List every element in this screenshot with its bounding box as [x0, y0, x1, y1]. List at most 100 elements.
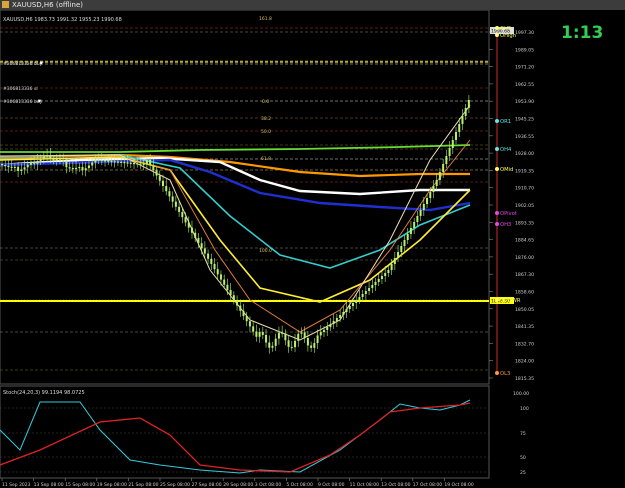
candle-body [168, 191, 171, 197]
ma-fast-white-line [0, 104, 471, 341]
candle-body [165, 186, 168, 192]
candle-body [213, 264, 216, 270]
window-titlebar[interactable]: XAUUSD,H6 (offline) [0, 0, 625, 10]
candle-body [94, 159, 97, 163]
level-marker-dot [495, 211, 499, 215]
candle-body [110, 160, 113, 163]
candle-body [26, 164, 29, 168]
candle-body [81, 166, 84, 171]
candle-body [281, 332, 284, 334]
price-axis: 1997.30 1989.05 1971.20 1962.55 1953.90 1945.… [489, 27, 534, 382]
time-tick-label: 11 Oct 08:00 [350, 482, 379, 488]
candle-body [178, 206, 181, 212]
candle-body [219, 274, 222, 280]
candle-body [319, 332, 322, 336]
candle-body [297, 333, 300, 341]
candle-body [13, 166, 16, 169]
candle-body [451, 140, 454, 148]
candle-body [42, 156, 45, 159]
time-tick-label: 13 Sep 08:00 [34, 482, 64, 488]
candle-body [223, 279, 226, 285]
candle-body [287, 340, 290, 347]
level-marker-dot [495, 222, 499, 226]
time-tick-label: 13 Oct 08:00 [381, 482, 410, 488]
candle-body [87, 165, 90, 169]
price-tick-label: 1824.00 [515, 359, 534, 365]
price-tick-label: 1936.55 [515, 134, 534, 140]
candle-body [229, 290, 232, 296]
candle-body [400, 246, 403, 252]
stochastic-frame [0, 385, 490, 479]
candle-body [23, 167, 26, 170]
level-marker-label: OH5 [500, 26, 511, 32]
candle-body [216, 269, 219, 275]
candle-body [432, 186, 435, 192]
candle-body [416, 216, 419, 222]
level-marker-dot [495, 167, 499, 171]
candle-body [55, 159, 58, 161]
level-marker-dot [495, 147, 499, 151]
order-label-buy[interactable]: #306813336 buy [3, 61, 43, 67]
candle-body [120, 161, 123, 163]
price-tick-label: 1884.65 [515, 238, 534, 244]
order-label-buy-2[interactable]: #306813336 buy [3, 99, 43, 105]
candle-body [200, 243, 203, 249]
price-tick-label: 1815.35 [515, 376, 534, 382]
level-marker-dot [495, 119, 499, 123]
candle-body [174, 201, 177, 207]
candle-body [290, 346, 293, 349]
candle-body [310, 345, 313, 348]
candle-body [116, 161, 119, 163]
ma-yellow-line [0, 156, 471, 303]
candle-body [46, 155, 49, 157]
symbol-info: XAUUSD,H6 1983.73 1991.32 1955.23 1990.6… [3, 17, 122, 23]
level-marker-dot [495, 26, 499, 30]
price-tick-label: 1997.30 [515, 30, 534, 36]
candle-body [139, 163, 142, 165]
candle-body [306, 338, 309, 346]
candle-body [97, 159, 100, 161]
candle-body [277, 332, 280, 339]
candle-body [303, 332, 306, 339]
time-tick-label: 21 Sep 08:00 [128, 482, 158, 488]
candle-body [426, 198, 429, 204]
candle-body [236, 300, 239, 306]
candle-body [323, 330, 325, 333]
candle-body [409, 228, 412, 234]
level-marker-label: OH4 [500, 147, 512, 153]
candle-body [7, 165, 10, 168]
price-tick-label: 1893.35 [515, 220, 534, 226]
candle-body [158, 175, 161, 181]
candle-body [467, 100, 470, 108]
price-chart[interactable]: 100 75 50 25 100.00 1997.30 1989.05 1971.20 196… [0, 10, 625, 488]
candle-body [126, 162, 129, 164]
candle-body [335, 318, 338, 321]
candle-body [91, 162, 94, 166]
candle-body [361, 294, 364, 297]
candle-body [84, 168, 87, 171]
candle-body [393, 258, 396, 264]
time-tick-label: 19 Oct 08:00 [444, 482, 473, 488]
main-chart-frame [0, 10, 490, 385]
candle-body [261, 332, 264, 335]
time-axis: 11 Sep 2023 13 Sep 08:00 15 Sep 08:00 19 Se… [1, 478, 474, 488]
moving-averages [0, 104, 471, 341]
candle-body [364, 291, 367, 294]
candle-body [239, 305, 242, 311]
candle-body [71, 167, 74, 170]
candle-body [438, 172, 441, 180]
order-label-sl[interactable]: #306813336 sl [3, 86, 38, 92]
time-tick-label: 11 Sep 2023 [2, 482, 31, 488]
candle-body [258, 332, 261, 337]
candle-body [171, 196, 174, 202]
stochastic-oscillator: 100 75 50 25 100.00 [0, 391, 529, 476]
level-marker-dot [495, 33, 499, 37]
candle-body [265, 334, 268, 343]
price-tick-label: 1971.20 [515, 65, 534, 71]
level-marker-dot [495, 371, 499, 375]
candle-body [435, 180, 438, 186]
stoch-scale-label: 75 [520, 431, 526, 437]
candle-body [210, 258, 213, 264]
ma-cyan-line [0, 154, 471, 269]
candle-body [194, 232, 197, 238]
